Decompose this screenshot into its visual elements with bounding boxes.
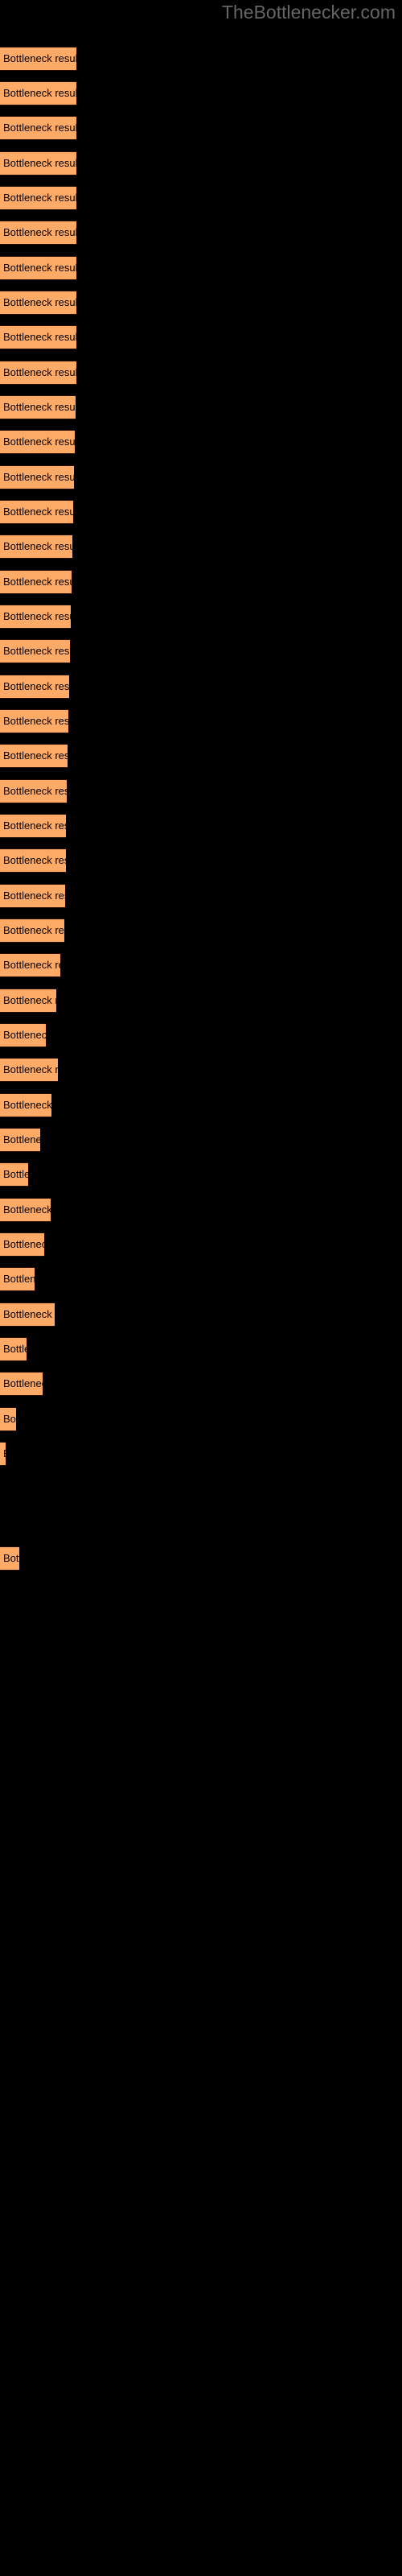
bar[interactable] xyxy=(0,256,76,280)
bar[interactable] xyxy=(0,848,66,873)
bar-row[interactable]: Bottleneck result xyxy=(0,779,67,803)
bar-row[interactable]: Bottleneck result xyxy=(0,325,76,349)
bar[interactable] xyxy=(0,1128,40,1152)
bar[interactable] xyxy=(0,325,76,349)
bar[interactable] xyxy=(0,814,66,838)
bar[interactable] xyxy=(0,1267,35,1291)
bar[interactable] xyxy=(0,1546,19,1571)
bar[interactable] xyxy=(0,1058,58,1082)
bar[interactable] xyxy=(0,675,69,699)
bar[interactable] xyxy=(0,395,76,419)
bar-row[interactable]: Bottleneck result xyxy=(0,465,74,489)
bar[interactable] xyxy=(0,779,67,803)
bar-row[interactable]: Bottleneck result xyxy=(0,1093,51,1117)
bar[interactable] xyxy=(0,605,71,629)
bar-row[interactable]: Bottleneck result xyxy=(0,1337,27,1361)
bar-row[interactable]: Bottleneck result xyxy=(0,953,60,977)
bar[interactable] xyxy=(0,989,56,1013)
bar-row[interactable]: Bottleneck result xyxy=(0,1198,51,1222)
bar-row[interactable]: Bottleneck result xyxy=(0,47,76,71)
chart-plot-area: Bottleneck result Bottleneck result Bottle… xyxy=(0,0,402,2576)
bar-row[interactable]: Bottleneck result xyxy=(0,1302,55,1327)
bar-row[interactable]: Bottleneck result xyxy=(0,605,71,629)
bar[interactable] xyxy=(0,884,65,908)
bar[interactable] xyxy=(0,1372,43,1396)
bar[interactable] xyxy=(0,1302,55,1327)
bar-row[interactable]: Bottleneck result xyxy=(0,570,72,594)
bar-row[interactable]: Bottleneck result xyxy=(0,151,76,175)
bar-row[interactable]: Bottleneck result xyxy=(0,848,66,873)
bar[interactable] xyxy=(0,1162,28,1187)
bar-row[interactable]: Bottleneck result xyxy=(0,639,70,663)
bar[interactable] xyxy=(0,1232,44,1257)
bar-row[interactable]: Bottleneck result xyxy=(0,884,65,908)
bar[interactable] xyxy=(0,47,76,71)
bar-row[interactable]: Bottleneck result xyxy=(0,744,68,768)
bar-row[interactable]: Bottleneck result xyxy=(0,1372,43,1396)
bar-row[interactable]: Bottleneck result xyxy=(0,221,76,245)
bar[interactable] xyxy=(0,919,64,943)
bar[interactable] xyxy=(0,81,76,105)
bar[interactable] xyxy=(0,709,68,733)
bar[interactable] xyxy=(0,1198,51,1222)
bar-row[interactable]: Bottleneck result xyxy=(0,81,76,105)
bar-row[interactable]: Bottleneck result xyxy=(0,361,76,385)
bar[interactable] xyxy=(0,570,72,594)
bar[interactable] xyxy=(0,1023,46,1047)
bar[interactable] xyxy=(0,151,76,175)
bar[interactable] xyxy=(0,953,60,977)
bar[interactable] xyxy=(0,221,76,245)
bar[interactable] xyxy=(0,465,74,489)
bar[interactable] xyxy=(0,639,70,663)
bar[interactable] xyxy=(0,744,68,768)
bar-row[interactable]: Bottleneck result xyxy=(0,186,76,210)
bar[interactable] xyxy=(0,500,73,524)
bar-row[interactable]: Bottleneck result xyxy=(0,709,68,733)
bar[interactable] xyxy=(0,116,76,140)
bar-row[interactable]: Bottleneck result xyxy=(0,116,76,140)
bar-row[interactable]: Bottleneck result xyxy=(0,919,64,943)
bar-row[interactable]: Bottleneck result xyxy=(0,989,56,1013)
bar[interactable] xyxy=(0,186,76,210)
bar[interactable] xyxy=(0,535,72,559)
bar-row[interactable]: Bottleneck result xyxy=(0,1162,28,1187)
bar-row[interactable]: Bottleneck result xyxy=(0,814,66,838)
bar-row[interactable]: Bottleneck result xyxy=(0,1546,19,1571)
bar-row[interactable]: Bottleneck result xyxy=(0,395,76,419)
bar-row[interactable]: Bottleneck result xyxy=(0,430,75,454)
bar[interactable] xyxy=(0,361,76,385)
bar-row[interactable]: Bottleneck result xyxy=(0,535,72,559)
bar-row[interactable]: Bottleneck result xyxy=(0,1442,6,1466)
bar-row[interactable]: Bottleneck result xyxy=(0,1058,58,1082)
bar-row[interactable]: Bottleneck result xyxy=(0,1232,44,1257)
bar[interactable] xyxy=(0,1337,27,1361)
bar-row[interactable]: Bottleneck result xyxy=(0,1267,35,1291)
bar-row[interactable]: Bottleneck result xyxy=(0,1407,16,1431)
bar[interactable] xyxy=(0,1093,51,1117)
bar-row[interactable]: Bottleneck result xyxy=(0,256,76,280)
bar[interactable] xyxy=(0,430,75,454)
bar-row[interactable]: Bottleneck result xyxy=(0,500,73,524)
bar[interactable] xyxy=(0,291,76,315)
bar-row[interactable]: Bottleneck result xyxy=(0,1128,40,1152)
bar-row[interactable]: Bottleneck result xyxy=(0,675,69,699)
bar[interactable] xyxy=(0,1407,16,1431)
bar[interactable] xyxy=(0,1442,6,1466)
bar-row[interactable]: Bottleneck result xyxy=(0,291,76,315)
bar-row[interactable]: Bottleneck result xyxy=(0,1023,46,1047)
bottleneck-chart-root: TheBottlenecker.com Bottleneck result Bot… xyxy=(0,0,402,2576)
